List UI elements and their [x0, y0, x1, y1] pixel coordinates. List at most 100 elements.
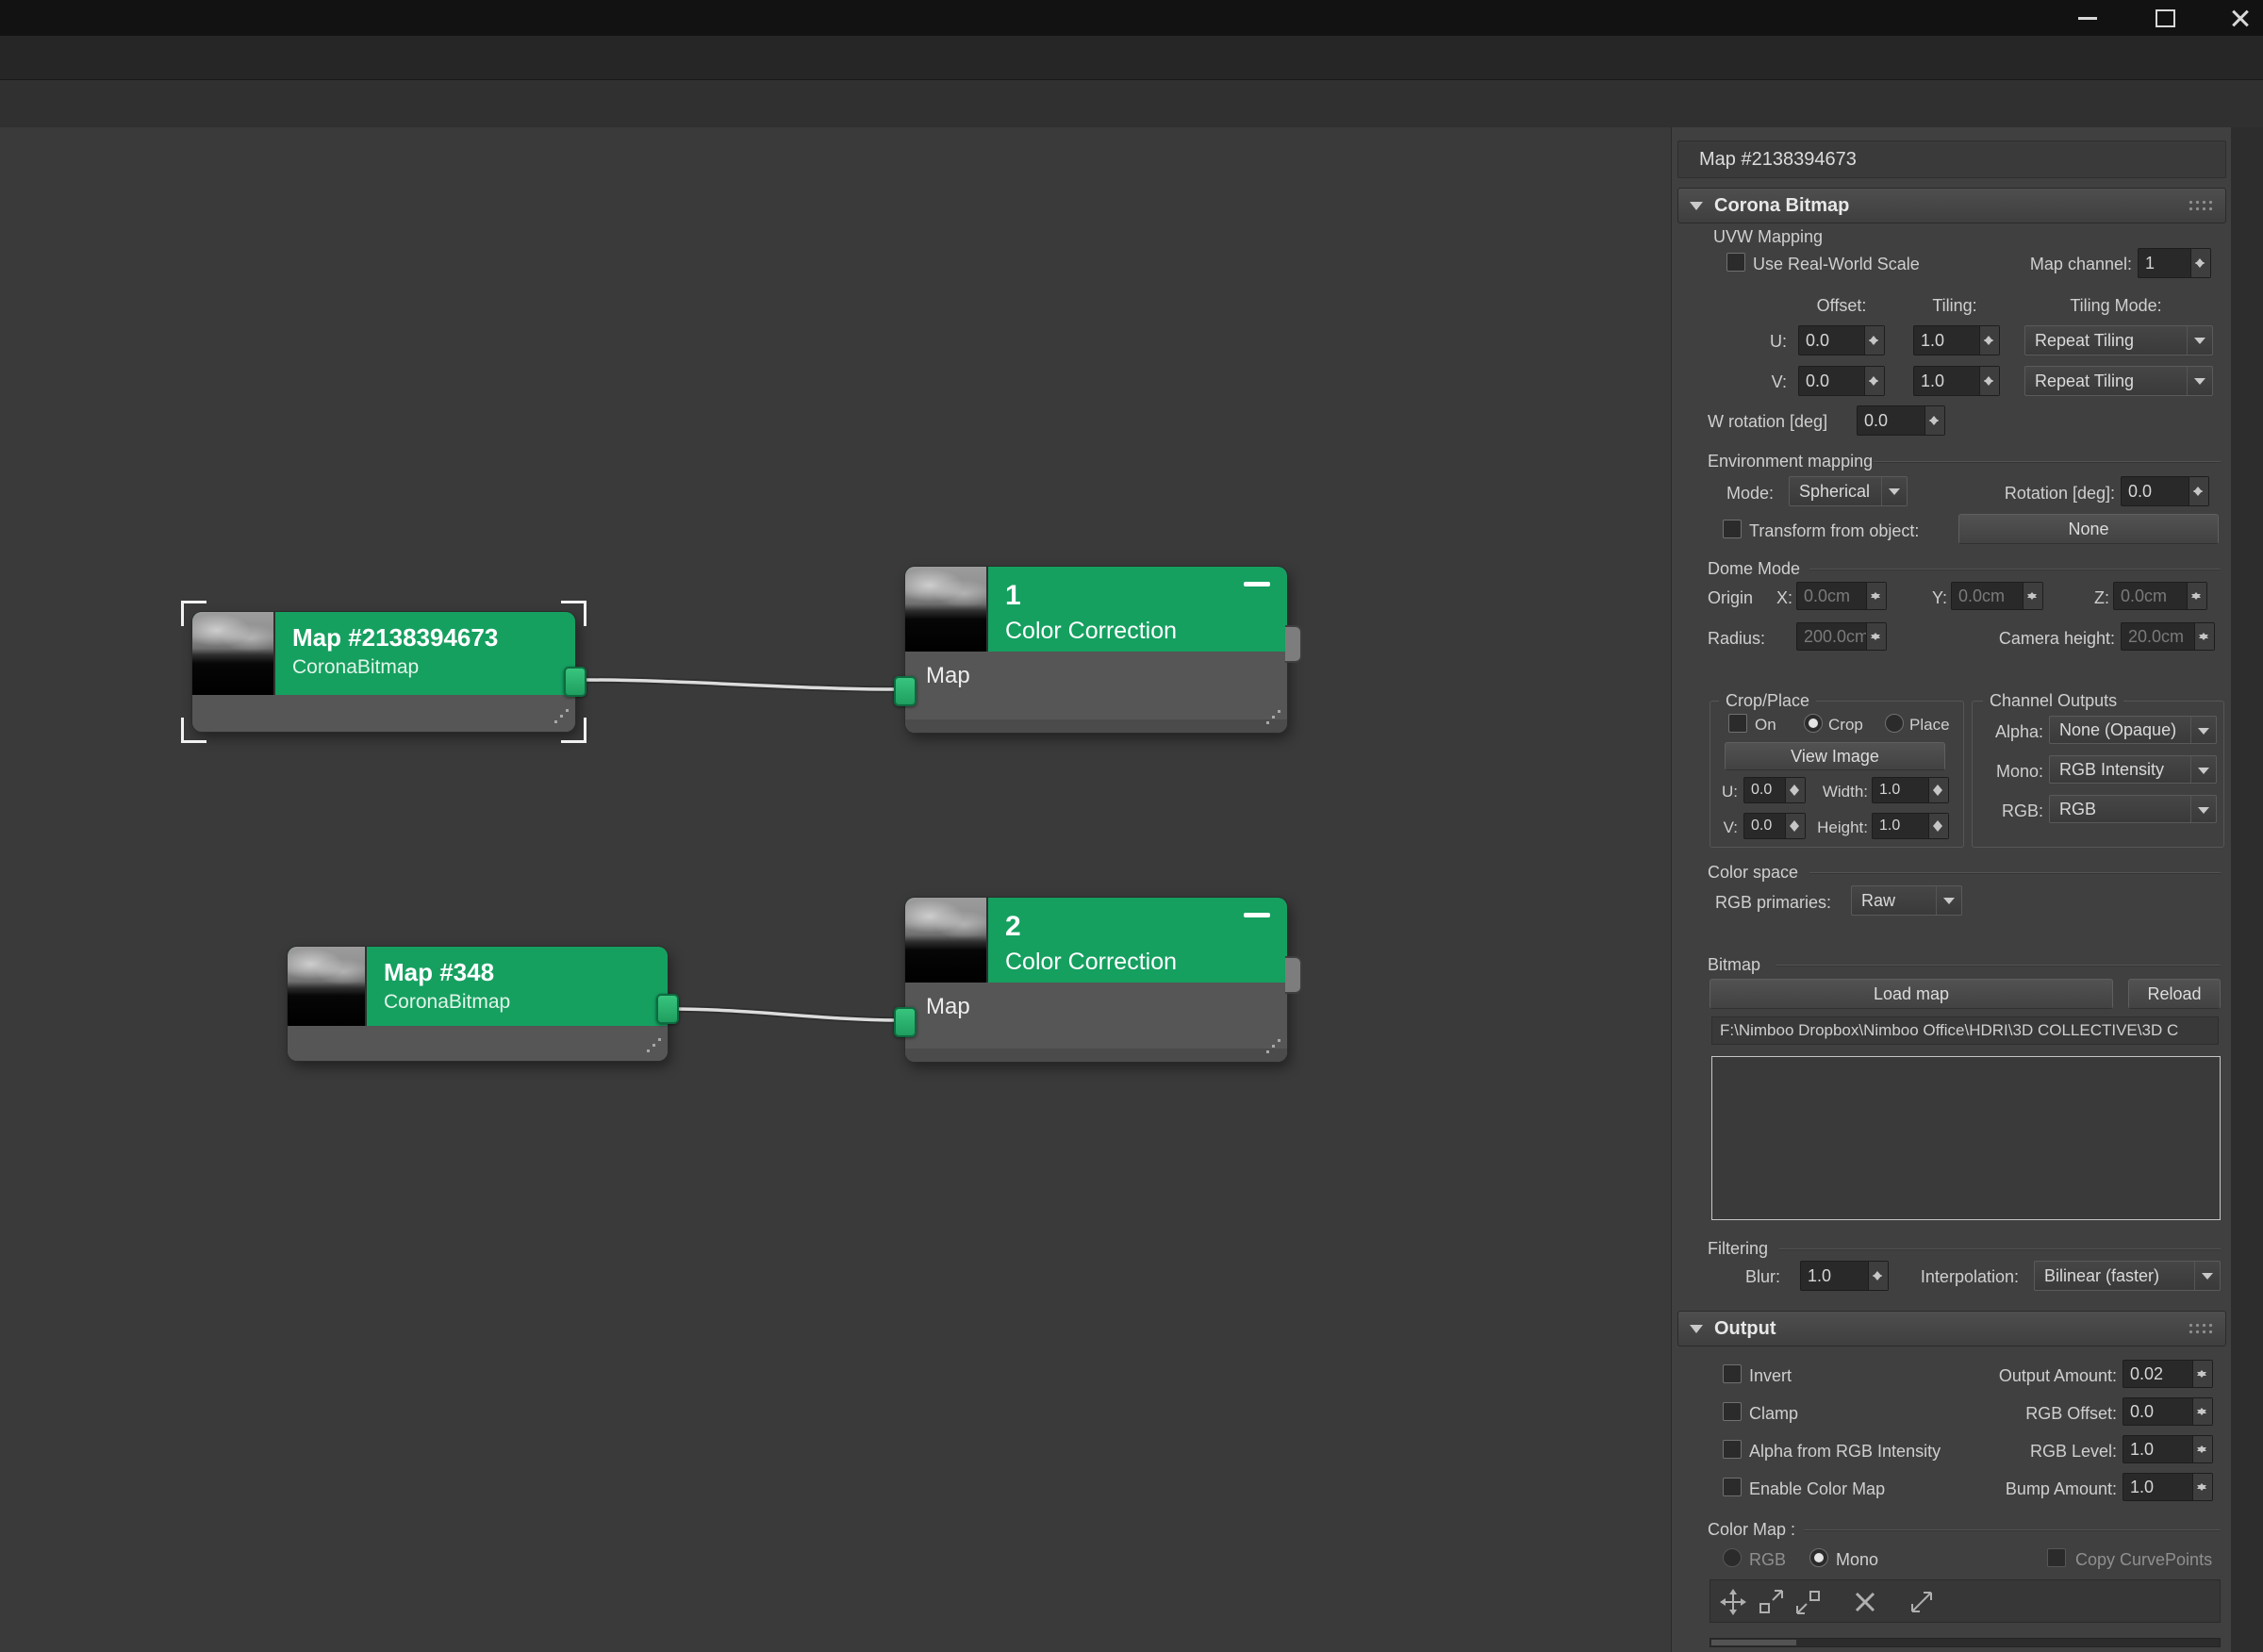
scrollbar-thumb[interactable]	[1711, 1640, 1796, 1645]
spinner-arrows-icon[interactable]	[1785, 778, 1805, 802]
transform-from-object-checkbox[interactable]	[1723, 520, 1742, 538]
spinner-arrows-icon[interactable]	[2192, 1474, 2212, 1500]
spinner-arrows-icon[interactable]	[2192, 1361, 2212, 1387]
scale-point-icon[interactable]	[1756, 1587, 1786, 1617]
maximize-icon	[2156, 9, 2175, 27]
place-radio[interactable]	[1885, 714, 1904, 733]
rollout-grip-icon[interactable]	[2188, 1322, 2214, 1336]
spinner-arrows-icon[interactable]	[1866, 583, 1886, 609]
mono-output-dropdown[interactable]: RGB Intensity	[2049, 755, 2217, 784]
crop-v-spinner[interactable]: 0.0	[1743, 813, 1806, 839]
curve-hscrollbar[interactable]	[1710, 1638, 2221, 1647]
v-tiling-spinner[interactable]: 1.0	[1913, 366, 2000, 396]
spinner-arrows-icon[interactable]	[2189, 477, 2208, 505]
node-color-correction-1[interactable]: 1 Color Correction Map	[905, 567, 1287, 733]
environment-mode-dropdown[interactable]: Spherical	[1789, 476, 1908, 506]
rgb-offset-spinner[interactable]: 0.0	[2123, 1397, 2213, 1426]
rgb-primaries-dropdown[interactable]: Raw	[1851, 885, 1962, 916]
color-map-mono-radio[interactable]	[1809, 1548, 1828, 1567]
blur-spinner[interactable]: 1.0	[1800, 1261, 1889, 1291]
node-resize-grip[interactable]	[645, 1037, 662, 1054]
spinner-arrows-icon[interactable]	[2187, 583, 2206, 609]
v-offset-spinner[interactable]: 0.0	[1798, 366, 1885, 396]
node-input-socket[interactable]	[894, 676, 917, 706]
invert-checkbox[interactable]	[1723, 1364, 1742, 1383]
crop-radio[interactable]	[1804, 714, 1823, 733]
origin-z-spinner[interactable]: 0.0cm	[2113, 582, 2207, 610]
reload-button[interactable]: Reload	[2128, 979, 2221, 1009]
spinner-arrows-icon[interactable]	[1868, 1262, 1888, 1290]
spinner-arrows-icon[interactable]	[1866, 623, 1886, 650]
node-corona-bitmap-2[interactable]: Map #348 CoronaBitmap	[288, 947, 668, 1061]
crop-on-checkbox[interactable]	[1728, 714, 1747, 733]
alpha-output-dropdown[interactable]: None (Opaque)	[2049, 716, 2217, 744]
u-tiling-spinner[interactable]: 1.0	[1913, 325, 2000, 355]
node-resize-grip[interactable]	[1264, 1038, 1281, 1055]
spinner-arrows-icon[interactable]	[2190, 249, 2210, 277]
spinner-arrows-icon[interactable]	[1928, 778, 1948, 802]
node-output-stub[interactable]	[1285, 625, 1302, 663]
node-color-correction-2[interactable]: 2 Color Correction Map	[905, 898, 1287, 1062]
node-corona-bitmap-1[interactable]: Map #2138394673 CoronaBitmap	[192, 612, 575, 732]
spinner-arrows-icon[interactable]	[1924, 406, 1944, 435]
bump-amount-spinner[interactable]: 1.0	[2123, 1473, 2213, 1501]
spinner-arrows-icon[interactable]	[2192, 1398, 2212, 1425]
delete-point-icon[interactable]	[1850, 1587, 1880, 1617]
bitmap-path-field[interactable]: F:\Nimboo Dropbox\Nimboo Office\HDRI\3D …	[1711, 1016, 2219, 1045]
map-channel-spinner[interactable]: 1	[2138, 248, 2211, 278]
output-amount-spinner[interactable]: 0.02	[2123, 1360, 2213, 1388]
spinner-arrows-icon[interactable]	[1785, 814, 1805, 838]
spinner-arrows-icon[interactable]	[1979, 326, 1999, 355]
u-offset-spinner[interactable]: 0.0	[1798, 325, 1885, 355]
rgb-level-spinner[interactable]: 1.0	[2123, 1435, 2213, 1463]
spinner-arrows-icon[interactable]	[1979, 367, 1999, 395]
w-rotation-spinner[interactable]: 0.0	[1857, 405, 1945, 436]
spinner-arrows-icon[interactable]	[1928, 814, 1948, 838]
output-amount-label: Output Amount:	[1947, 1366, 2117, 1386]
rgb-output-dropdown[interactable]: RGB	[2049, 795, 2217, 823]
color-map-rgb-radio[interactable]	[1723, 1548, 1742, 1567]
rollout-output-header[interactable]: Output	[1677, 1311, 2226, 1346]
collapse-button[interactable]	[1244, 913, 1270, 917]
enable-color-map-checkbox[interactable]	[1723, 1478, 1742, 1496]
node-output-socket[interactable]	[564, 667, 586, 697]
node-editor-canvas[interactable]: Map #2138394673 CoronaBitmap 1 Color Cor…	[0, 127, 1672, 1652]
panel-title: Map #2138394673	[1677, 140, 2226, 178]
camera-height-spinner[interactable]: 20.0cm	[2121, 622, 2215, 651]
node-output-socket[interactable]	[656, 994, 679, 1024]
transform-object-none-button[interactable]: None	[1958, 514, 2219, 544]
crop-height-spinner[interactable]: 1.0	[1872, 813, 1949, 839]
collapse-button[interactable]	[1244, 582, 1270, 586]
spinner-arrows-icon[interactable]	[1864, 326, 1884, 355]
spinner-arrows-icon[interactable]	[2194, 623, 2214, 650]
radius-spinner[interactable]: 200.0cm	[1796, 622, 1887, 651]
node-output-stub[interactable]	[1285, 956, 1302, 994]
move-point-icon[interactable]	[1718, 1587, 1748, 1617]
alpha-from-rgb-intensity-checkbox[interactable]	[1723, 1440, 1742, 1459]
origin-y-spinner[interactable]: 0.0cm	[1951, 582, 2043, 610]
spinner-arrows-icon[interactable]	[2192, 1436, 2212, 1462]
clamp-checkbox[interactable]	[1723, 1402, 1742, 1421]
pan-zoom-icon[interactable]	[1907, 1587, 1937, 1617]
node-resize-grip[interactable]	[1264, 709, 1281, 726]
rollout-grip-icon[interactable]	[2188, 199, 2214, 213]
rotation-spinner[interactable]: 0.0	[2121, 476, 2209, 506]
copy-curvepoints-checkbox[interactable]	[2047, 1548, 2066, 1567]
add-point-icon[interactable]	[1793, 1587, 1824, 1617]
node-input-socket[interactable]	[894, 1007, 917, 1037]
rollout-corona-bitmap-header[interactable]: Corona Bitmap	[1677, 188, 2226, 223]
u-tiling-mode-dropdown[interactable]: Repeat Tiling	[2024, 325, 2213, 355]
spinner-arrows-icon[interactable]	[2023, 583, 2042, 609]
crop-u-spinner[interactable]: 0.0	[1743, 777, 1806, 803]
load-map-button[interactable]: Load map	[1710, 979, 2113, 1009]
v-tiling-mode-dropdown[interactable]: Repeat Tiling	[2024, 366, 2213, 396]
interpolation-dropdown[interactable]: Bilinear (faster)	[2034, 1261, 2221, 1291]
crop-width-spinner[interactable]: 1.0	[1872, 777, 1949, 803]
use-real-world-scale-checkbox[interactable]	[1726, 253, 1745, 272]
close-button[interactable]	[2220, 0, 2261, 36]
origin-x-spinner[interactable]: 0.0cm	[1796, 582, 1887, 610]
view-image-button[interactable]: View Image	[1725, 742, 1945, 770]
maximize-button[interactable]	[2144, 0, 2186, 36]
spinner-arrows-icon[interactable]	[1864, 367, 1884, 395]
minimize-button[interactable]	[2067, 0, 2108, 36]
